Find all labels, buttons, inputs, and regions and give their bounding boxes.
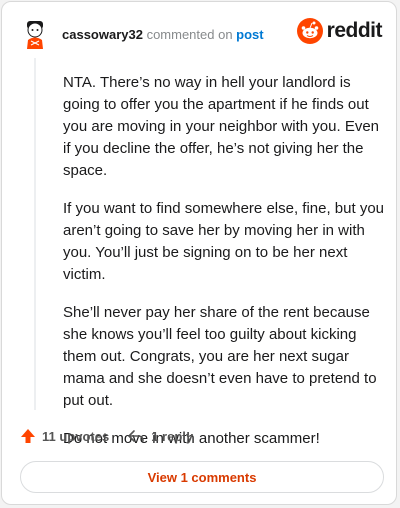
action-text: commented on <box>142 27 237 42</box>
upvote-count: 11 upvotes <box>42 428 110 444</box>
reddit-snoo-icon <box>296 18 323 44</box>
view-comments-button[interactable]: View 1 comments <box>20 461 384 493</box>
upvote-button[interactable]: 11 upvotes <box>20 428 109 444</box>
comment-paragraph: She’ll never pay her share of the rent b… <box>63 304 377 409</box>
username[interactable]: cassowary32 <box>62 27 143 42</box>
reply-arrow-icon <box>128 430 145 442</box>
comment-body: NTA. There’s no way in hell your landlor… <box>63 72 385 466</box>
reddit-wordmark: reddit <box>326 19 383 42</box>
comment-paragraph: NTA. There’s no way in hell your landlor… <box>63 74 380 179</box>
comment-header: cassowary32 commented on post reddit <box>18 16 383 50</box>
comment-actions: 11 upvotes 1 reply <box>20 428 211 444</box>
avatar[interactable] <box>18 16 52 50</box>
reply-count: 1 reply <box>151 428 194 444</box>
reddit-logo[interactable]: reddit <box>296 18 383 44</box>
upvote-arrow-icon <box>21 429 35 443</box>
comment-card: cassowary32 commented on post reddit NTA… <box>1 1 397 505</box>
thread-line[interactable] <box>34 58 36 410</box>
comment-paragraph: If you want to find somewhere else, fine… <box>63 200 385 283</box>
reply-button[interactable]: 1 reply <box>127 428 193 444</box>
comment-meta: cassowary32 commented on post <box>62 27 264 42</box>
post-link[interactable]: post <box>236 27 263 42</box>
